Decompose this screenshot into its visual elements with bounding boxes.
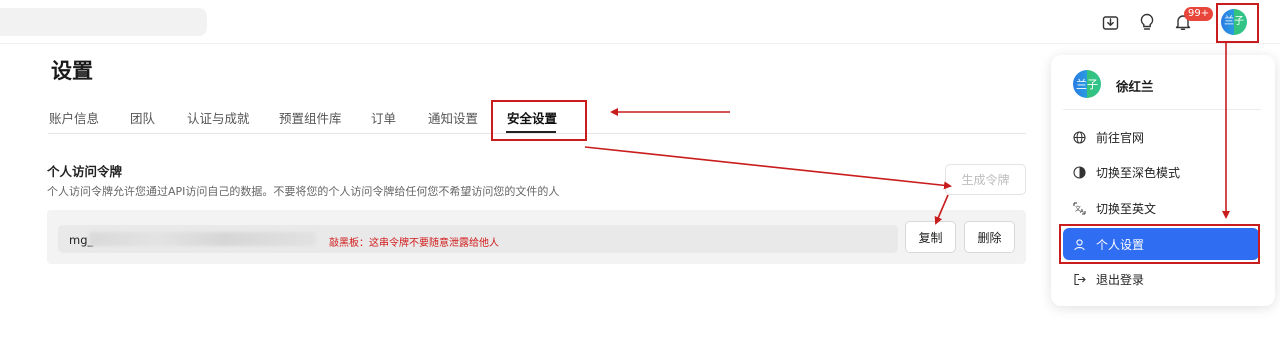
page-title: 设置	[51, 59, 93, 83]
logout-icon	[1073, 273, 1086, 286]
menu-item-label: 前往官网	[1096, 130, 1145, 145]
tab-notification-settings[interactable]: 通知设置	[428, 108, 478, 127]
svg-text:A: A	[1080, 209, 1084, 215]
avatar: 兰子	[1073, 70, 1101, 98]
download-icon[interactable]	[1100, 12, 1120, 32]
menu-item-label: 切换至英文	[1096, 201, 1157, 216]
menu-item-logout[interactable]: 退出登录	[1063, 263, 1259, 295]
globe-icon	[1073, 130, 1086, 144]
section-title: 个人访问令牌	[47, 164, 123, 179]
user-name: 徐红兰	[1116, 79, 1154, 94]
annotation-box-personal-settings	[1059, 224, 1260, 264]
copy-button[interactable]: 复制	[905, 221, 956, 253]
lightbulb-icon[interactable]	[1137, 12, 1157, 32]
annotation-box-avatar	[1216, 3, 1259, 43]
notification-badge: 99+	[1184, 7, 1214, 21]
translate-icon: 文A	[1073, 202, 1086, 215]
section-description: 个人访问令牌允许您通过API访问自己的数据。不要将您的个人访问令牌给任何您不希望…	[47, 185, 560, 198]
tab-account-info[interactable]: 账户信息	[49, 108, 99, 127]
menu-item-visit-website[interactable]: 前往官网	[1063, 121, 1259, 153]
tab-certification[interactable]: 认证与成就	[187, 108, 250, 127]
search-bar[interactable]	[0, 8, 207, 36]
menu-item-label: 退出登录	[1096, 272, 1145, 287]
tab-orders[interactable]: 订单	[371, 108, 396, 127]
menu-item-switch-english[interactable]: 文A 切换至英文	[1063, 192, 1259, 224]
menu-item-dark-mode[interactable]: 切换至深色模式	[1063, 156, 1259, 188]
token-warning-note: 敲黑板：这串令牌不要随意泄露给他人	[329, 238, 499, 249]
annotation-box-security-tab	[491, 100, 587, 141]
menu-divider	[1063, 109, 1261, 110]
token-value-blurred	[89, 232, 316, 246]
tab-preset-components[interactable]: 预置组件库	[279, 108, 342, 127]
delete-button[interactable]: 删除	[964, 221, 1015, 253]
avatar-text: 兰子	[1076, 77, 1098, 91]
menu-item-label: 切换至深色模式	[1096, 165, 1181, 180]
half-circle-icon	[1073, 165, 1086, 179]
arrow-to-generate-button	[584, 146, 952, 190]
top-bar: 99+ 兰子	[0, 0, 1280, 44]
tab-team[interactable]: 团队	[130, 108, 155, 127]
generate-token-button[interactable]: 生成令牌	[945, 164, 1026, 195]
